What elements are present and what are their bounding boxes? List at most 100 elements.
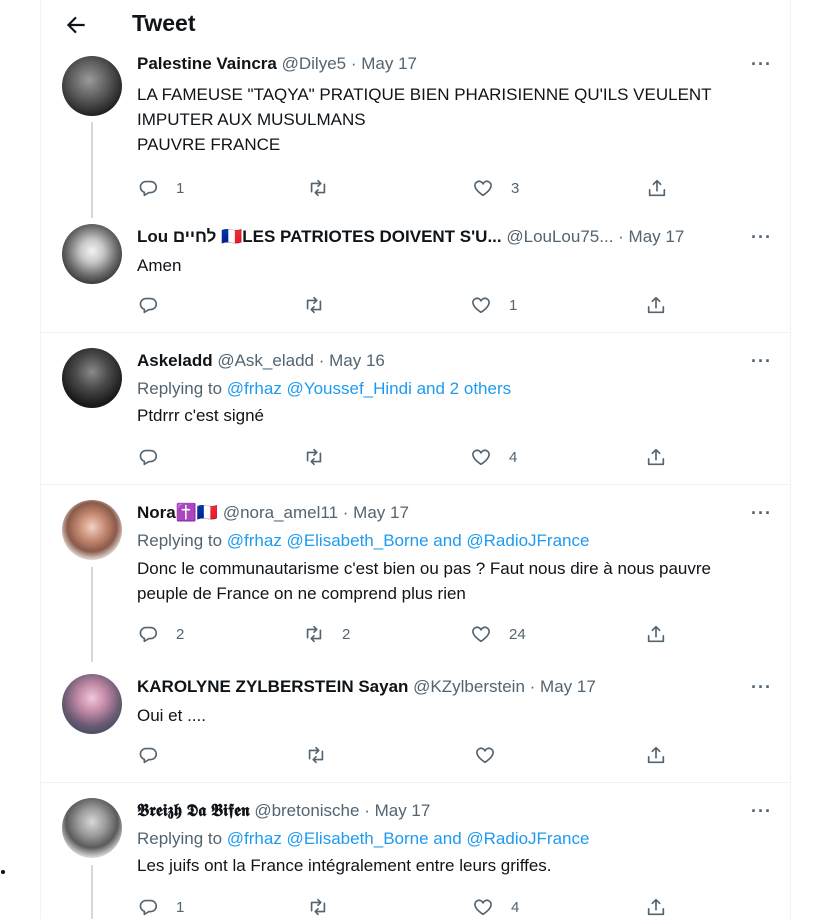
mention-links[interactable]: @frhaz @Youssef_Hindi and 2 others — [227, 379, 511, 398]
tweet-date[interactable]: · May 17 — [351, 54, 417, 73]
share-button[interactable] — [645, 742, 667, 768]
share-button[interactable] — [645, 621, 667, 647]
heart-icon — [476, 747, 494, 764]
author-name[interactable]: KAROLYNE ZYLBERSTEIN Sayan — [137, 677, 408, 696]
tweet-date[interactable]: · May 16 — [319, 351, 385, 370]
retweet-button[interactable] — [303, 292, 342, 318]
reply-button[interactable]: 2 — [137, 621, 184, 647]
like-button[interactable]: 1 — [470, 292, 517, 318]
mention-links[interactable]: @frhaz @Elisabeth_Borne and @RadioJFranc… — [227, 829, 590, 848]
share-button[interactable] — [645, 444, 667, 470]
avatar[interactable] — [62, 224, 122, 284]
more-icon[interactable]: ··· — [751, 225, 772, 249]
like-button[interactable]: 4 — [470, 444, 517, 470]
author-handle[interactable]: @bretonische — [254, 801, 359, 820]
like-button[interactable]: 24 — [470, 621, 526, 647]
like-count: 24 — [509, 625, 526, 643]
avatar[interactable] — [62, 348, 122, 408]
like-count: 1 — [509, 296, 518, 314]
tweet-text-line: Donc le communautarisme c'est bien ou pa… — [137, 559, 712, 578]
like-count: 4 — [511, 898, 520, 916]
mention-links[interactable]: @frhaz @Elisabeth_Borne and @RadioJFranc… — [227, 531, 590, 550]
replying-to-label: Replying to — [137, 829, 227, 848]
tweet-text-line: peuple de France on ne comprend plus rie… — [137, 584, 466, 603]
like-button[interactable] — [474, 742, 513, 768]
reply-count: 2 — [176, 625, 185, 643]
heart-icon — [472, 297, 490, 314]
reply-button[interactable]: 1 — [137, 175, 184, 201]
tweet-item[interactable]: Lou לחיים 🇫🇷LES PATRIOTES DOIVENT S'U...… — [41, 216, 790, 333]
share-icon — [647, 296, 665, 314]
arrow-left-icon[interactable] — [63, 12, 89, 38]
more-icon[interactable]: ··· — [751, 675, 772, 699]
reply-button[interactable] — [137, 444, 176, 470]
tweet-text-line: Amen — [137, 256, 182, 275]
tweet-item[interactable]: 𝕭𝖗𝖊𝖎𝖟𝖍 𝕯𝖆 𝕭𝖎𝖋𝖊𝖓 @bretonische · May 17 ··… — [41, 783, 790, 919]
reply-button[interactable] — [137, 742, 176, 768]
tweet-text-line: IMPUTER AUX MUSULMANS — [137, 110, 366, 129]
tweet-text-line: Ptdrrr c'est signé — [137, 406, 265, 425]
more-icon[interactable]: ··· — [751, 52, 772, 76]
author-name[interactable]: Lou לחיים 🇫🇷LES PATRIOTES DOIVENT S'U... — [137, 227, 502, 246]
avatar[interactable] — [62, 798, 122, 858]
heart-icon — [472, 626, 490, 643]
tweet-text-line: LA FAMEUSE "TAQYA" PRATIQUE BIEN PHARISI… — [137, 85, 712, 104]
retweet-icon — [308, 746, 324, 764]
share-icon — [647, 448, 665, 466]
author-handle[interactable]: @LouLou75... — [506, 227, 613, 246]
tweet-date[interactable]: · May 17 — [530, 677, 596, 696]
thread-line — [91, 567, 93, 662]
reply-button[interactable] — [137, 292, 176, 318]
avatar[interactable] — [62, 500, 122, 560]
retweet-icon — [306, 448, 322, 466]
tweet-date[interactable]: · May 17 — [364, 801, 430, 820]
author-name[interactable]: Askeladd — [137, 351, 213, 370]
reply-count: 1 — [176, 179, 185, 197]
share-icon — [647, 746, 665, 764]
reply-button[interactable]: 1 — [137, 894, 184, 920]
like-count: 3 — [511, 179, 520, 197]
timeline-column: Tweet Palestine Vaincra @Dilye5 · May 17… — [40, 0, 791, 919]
tweet-date[interactable]: · May 17 — [618, 227, 684, 246]
reply-count: 1 — [176, 898, 185, 916]
page-dot — [1, 870, 5, 874]
share-icon — [647, 898, 665, 916]
share-button[interactable] — [645, 894, 667, 920]
retweet-button[interactable] — [303, 444, 342, 470]
share-button[interactable] — [646, 175, 668, 201]
avatar[interactable] — [62, 56, 122, 116]
like-button[interactable]: 3 — [472, 175, 519, 201]
heart-icon — [474, 899, 492, 916]
retweet-button[interactable] — [307, 175, 346, 201]
retweet-button[interactable]: 2 — [303, 621, 350, 647]
tweet-item[interactable]: Palestine Vaincra @Dilye5 · May 17 ··· L… — [41, 50, 790, 218]
tweet-date[interactable]: · May 17 — [343, 503, 409, 522]
more-icon[interactable]: ··· — [751, 349, 772, 373]
author-handle[interactable]: @Ask_eladd — [217, 351, 314, 370]
retweet-button[interactable] — [307, 894, 346, 920]
tweet-item[interactable]: Nora✝️🇫🇷 @nora_amel11 · May 17 ··· Reply… — [41, 485, 790, 662]
author-handle[interactable]: @nora_amel11 — [223, 503, 338, 522]
more-icon[interactable]: ··· — [751, 501, 772, 525]
page-title: Tweet — [132, 10, 196, 36]
like-button[interactable]: 4 — [472, 894, 519, 920]
avatar[interactable] — [62, 674, 122, 734]
author-name[interactable]: 𝕭𝖗𝖊𝖎𝖟𝖍 𝕯𝖆 𝕭𝖎𝖋𝖊𝖓 — [137, 801, 250, 820]
replying-to: Replying to @frhaz @Youssef_Hindi and 2 … — [137, 377, 772, 401]
author-name[interactable]: Nora✝️🇫🇷 — [137, 503, 218, 522]
author-name[interactable]: Palestine Vaincra — [137, 54, 277, 73]
share-button[interactable] — [645, 292, 667, 318]
author-handle[interactable]: @Dilye5 — [282, 54, 347, 73]
like-count: 4 — [509, 448, 518, 466]
retweet-count: 2 — [342, 625, 351, 643]
author-handle[interactable]: @KZylberstein — [413, 677, 525, 696]
more-icon[interactable]: ··· — [751, 799, 772, 823]
thread-line — [91, 865, 93, 919]
tweet-item[interactable]: KAROLYNE ZYLBERSTEIN Sayan @KZylberstein… — [41, 660, 790, 783]
reply-icon — [139, 449, 157, 466]
reply-icon — [139, 747, 157, 764]
retweet-icon — [310, 179, 326, 197]
retweet-button[interactable] — [305, 742, 344, 768]
reply-icon — [139, 297, 157, 314]
tweet-item[interactable]: Askeladd @Ask_eladd · May 16 ··· Replyin… — [41, 333, 790, 485]
